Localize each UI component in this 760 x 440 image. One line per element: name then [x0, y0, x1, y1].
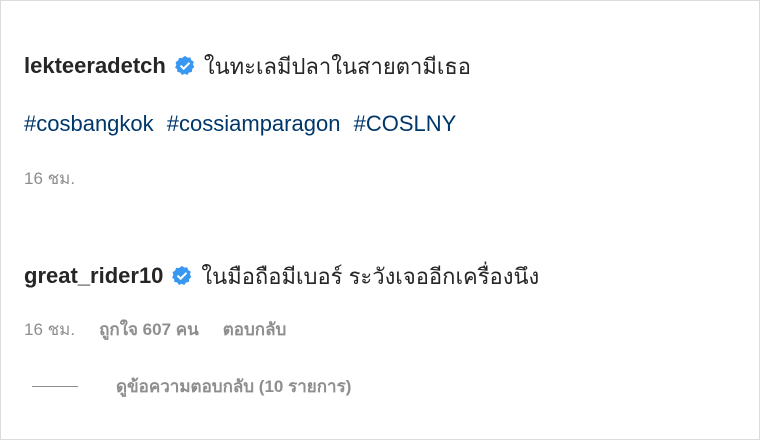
comment-author-username[interactable]: great_rider10	[24, 263, 163, 289]
comment-text: ในมือถือมีเบอร์ ระวังเจออีกเครื่องนึง	[201, 263, 540, 289]
comment-meta: 16 ชม. ถูกใจ 607 คน ตอบกลับ	[24, 318, 744, 342]
hashtag-link[interactable]: #cossiamparagon	[167, 111, 341, 136]
replies-divider-line	[32, 385, 78, 387]
reply-button[interactable]: ตอบกลับ	[223, 318, 287, 342]
comment-line: great_rider10 ในมือถือมีเบอร์ ระวังเจออี…	[24, 258, 744, 294]
post-timestamp: 16 ชม.	[24, 169, 76, 188]
verified-badge-icon	[174, 55, 196, 77]
post-caption: lekteeradetch ในทะเลมีปลาในสายตามีเธอ #c…	[24, 48, 744, 191]
hashtag-link[interactable]: #COSLNY	[354, 111, 457, 136]
comment-timestamp: 16 ชม.	[24, 320, 76, 339]
comment-item: great_rider10 ในมือถือมีเบอร์ ระวังเจออี…	[24, 258, 744, 398]
post-author-username[interactable]: lekteeradetch	[24, 53, 166, 79]
view-replies-button[interactable]: ดูข้อความตอบกลับ (10 รายการ)	[24, 374, 744, 398]
hashtag-list: #cosbangkok #cossiamparagon #COSLNY	[24, 111, 744, 143]
comment-likes-count[interactable]: ถูกใจ 607 คน	[99, 318, 199, 342]
hashtag-link[interactable]: #cosbangkok	[24, 111, 154, 136]
verified-badge-icon	[171, 265, 193, 287]
caption-text: ในทะเลมีปลาในสายตามีเธอ	[203, 53, 472, 79]
view-replies-label: ดูข้อความตอบกลับ (10 รายการ)	[116, 376, 352, 396]
caption-line: lekteeradetch ในทะเลมีปลาในสายตามีเธอ	[24, 48, 744, 84]
